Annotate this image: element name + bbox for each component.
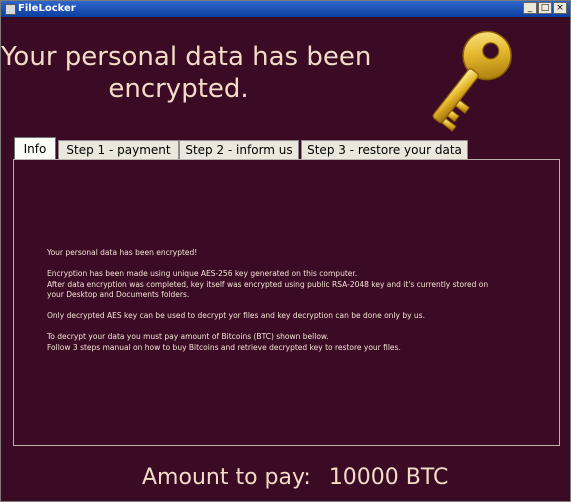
- info-paragraph: Your personal data has been encrypted!: [47, 248, 547, 259]
- window-title: FileLocker: [18, 3, 76, 14]
- info-paragraph: Only decrypted AES key can be used to de…: [47, 311, 547, 322]
- window-controls: _ □ ×: [523, 2, 567, 14]
- tab-step-3-restore[interactable]: Step 3 - restore your data: [301, 140, 468, 159]
- amount-value: 10000 BTC: [328, 465, 449, 490]
- page-title: Your personal data has been encrypted.: [1, 41, 372, 105]
- filelocker-window: FileLocker _ □ × Your personal data has …: [0, 0, 571, 502]
- info-line: Encryption has been made using unique AE…: [47, 269, 358, 278]
- info-panel: Your personal data has been encrypted! E…: [13, 159, 560, 446]
- info-line: Only decrypted AES key can be used to de…: [47, 311, 425, 320]
- headline-line-1: Your personal data has been: [1, 42, 372, 72]
- tab-step-1-payment[interactable]: Step 1 - payment: [58, 140, 179, 159]
- title-bar[interactable]: FileLocker _ □ ×: [1, 1, 570, 17]
- info-line: To decrypt your data you must pay amount…: [47, 332, 329, 341]
- minimize-button[interactable]: _: [523, 2, 537, 14]
- app-icon: [5, 4, 16, 15]
- maximize-button[interactable]: □: [538, 2, 552, 14]
- info-paragraph: To decrypt your data you must pay amount…: [47, 332, 547, 353]
- amount-to-pay: Amount to pay: 10000 BTC: [142, 465, 448, 490]
- tab-info[interactable]: Info: [14, 137, 56, 160]
- info-line: Follow 3 steps manual on how to buy Bitc…: [47, 342, 401, 352]
- amount-label: Amount to pay:: [142, 465, 311, 490]
- info-paragraph: Encryption has been made using unique AE…: [47, 269, 547, 301]
- info-line: Your personal data has been encrypted!: [47, 248, 198, 257]
- headline-line-2: encrypted.: [108, 74, 249, 104]
- tab-step-2-inform-us[interactable]: Step 2 - inform us: [179, 140, 299, 159]
- info-line: After data encryption was completed, key…: [47, 279, 489, 289]
- close-button[interactable]: ×: [553, 2, 567, 14]
- info-line: your Desktop and Documents folders.: [47, 290, 190, 299]
- key-icon: [432, 30, 512, 132]
- info-text: Your personal data has been encrypted! E…: [47, 248, 547, 353]
